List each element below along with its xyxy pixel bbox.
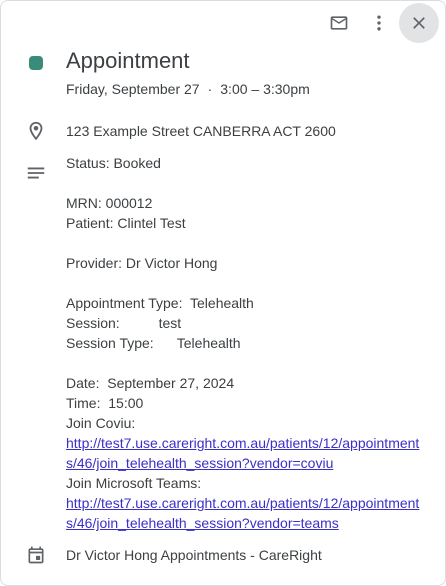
more-vert-icon	[369, 13, 389, 33]
date-line: Date: September 27, 2024	[66, 375, 235, 391]
datetime-separator: ·	[207, 81, 213, 97]
session-type-line: Session Type: Telehealth	[66, 335, 241, 351]
appointment-type-line: Appointment Type: Telehealth	[66, 295, 254, 311]
calendar-name: Dr Victor Hong Appointments - CareRight	[66, 547, 322, 563]
status-line: Status: Booked	[66, 155, 161, 171]
event-description: Status: Booked MRN: 000012 Patient: Clin…	[66, 153, 430, 533]
description-icon	[25, 162, 47, 184]
join-teams-label: Join Microsoft Teams:	[66, 475, 202, 491]
session-line: Session: test	[66, 315, 182, 331]
event-title: Appointment	[66, 48, 190, 73]
time-line: Time: 15:00	[66, 395, 144, 411]
close-button[interactable]	[399, 3, 439, 43]
join-coviu-label: Join Coviu:	[66, 415, 136, 431]
close-icon	[409, 13, 429, 33]
event-time: 3:00 – 3:30pm	[220, 81, 310, 97]
event-datetime: Friday, September 27 · 3:00 – 3:30pm	[66, 79, 310, 99]
event-location: 123 Example Street CANBERRA ACT 2600	[66, 123, 336, 139]
email-icon	[329, 13, 349, 33]
location-pin-icon	[25, 120, 47, 142]
patient-line: Patient: Clintel Test	[66, 215, 186, 231]
event-details-popup: Appointment Friday, September 27 · 3:00 – …	[0, 0, 446, 586]
join-coviu-link[interactable]: http://test7.use.careright.com.au/patien…	[66, 433, 430, 473]
event-toolbar	[319, 3, 439, 43]
event-date: Friday, September 27	[66, 81, 200, 97]
event-color-swatch	[29, 56, 43, 70]
email-guests-button[interactable]	[319, 3, 359, 43]
mrn-line: MRN: 000012	[66, 195, 153, 211]
join-teams-link[interactable]: http://test7.use.careright.com.au/patien…	[66, 493, 430, 533]
more-options-button[interactable]	[359, 3, 399, 43]
calendar-icon	[25, 544, 47, 566]
provider-line: Provider: Dr Victor Hong	[66, 255, 218, 271]
